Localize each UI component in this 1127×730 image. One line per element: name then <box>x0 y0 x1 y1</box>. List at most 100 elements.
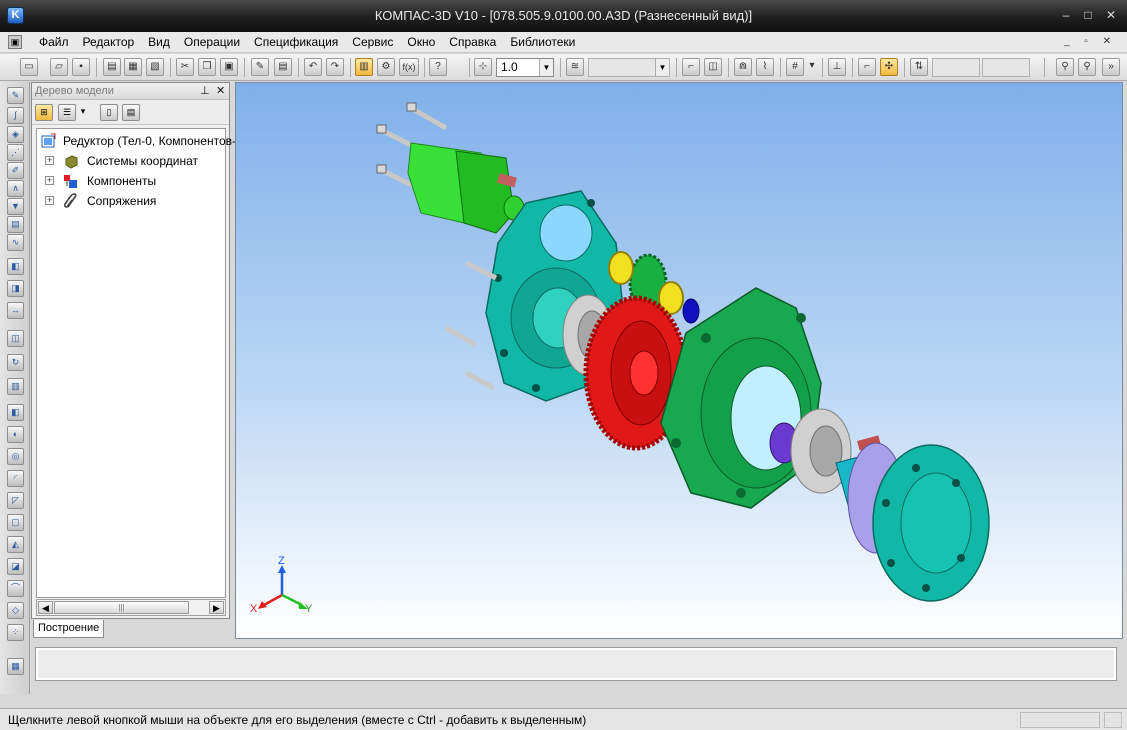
view-orientation-icon[interactable]: ◫ <box>704 58 722 76</box>
menu-view[interactable]: Вид <box>148 35 170 49</box>
mdi-window-controls[interactable]: _ ▫ ✕ <box>1064 36 1117 47</box>
tree-structure-icon[interactable]: ⊞ <box>35 104 53 121</box>
revolve-icon[interactable]: ◐ <box>7 426 24 443</box>
expand-icon[interactable]: + <box>45 196 54 205</box>
help-pointer-icon[interactable]: ? <box>429 58 447 76</box>
reports-icon[interactable]: ∿ <box>7 234 24 251</box>
grid-dropdown-icon[interactable]: ▾ <box>806 58 818 76</box>
new-document-icon[interactable]: ▭ <box>20 58 38 76</box>
tree-mode-dropdown-icon[interactable]: ▾ <box>78 104 88 121</box>
format-painter-icon[interactable]: ✎ <box>251 58 269 76</box>
hole-icon[interactable]: ◎ <box>7 448 24 465</box>
toolbar-more-icon[interactable]: » <box>1102 58 1120 76</box>
save-icon[interactable]: ▪ <box>72 58 90 76</box>
move-component-icon[interactable]: ↔ <box>7 302 24 319</box>
menu-editor[interactable]: Редактор <box>83 35 135 49</box>
grid-icon[interactable]: # <box>786 58 804 76</box>
step-xy-icon[interactable]: ⇅ <box>910 58 928 76</box>
model-tree-toggle-icon[interactable]: ▦ <box>7 658 24 675</box>
variables-fx-icon[interactable]: f(x) <box>399 58 419 76</box>
chevron-down-icon[interactable]: ▼ <box>539 59 553 76</box>
magnet-icon[interactable]: ⋒ <box>734 58 752 76</box>
pattern-icon[interactable]: ⁘ <box>7 624 24 641</box>
rib-icon[interactable]: ◭ <box>7 536 24 553</box>
layer-combo[interactable]: ▼ <box>588 58 670 77</box>
layers-icon[interactable]: ≋ <box>566 58 584 76</box>
menu-window[interactable]: Окно <box>407 35 435 49</box>
menu-service[interactable]: Сервис <box>352 35 393 49</box>
menu-specification[interactable]: Спецификация <box>254 35 338 49</box>
expand-icon[interactable]: + <box>45 176 54 185</box>
tree-properties-icon[interactable]: ▤ <box>122 104 140 121</box>
step-x-field[interactable] <box>932 58 980 77</box>
maximize-button[interactable]: □ <box>1080 8 1096 22</box>
loft-icon[interactable]: ◇ <box>7 602 24 619</box>
zoom-in-icon[interactable]: ⚲ <box>1056 58 1074 76</box>
model-tree-title: Дерево модели <box>35 85 114 97</box>
section-icon[interactable]: ◪ <box>7 558 24 575</box>
components-icon <box>64 175 77 188</box>
shell-icon[interactable]: ▢ <box>7 514 24 531</box>
surfaces-icon[interactable]: ◈ <box>7 126 24 143</box>
gear-model-icon[interactable]: ⚙ <box>377 58 395 76</box>
specification-icon[interactable]: ▤ <box>7 216 24 233</box>
paste-icon[interactable]: ▣ <box>220 58 238 76</box>
fillet-icon[interactable]: ◜ <box>7 470 24 487</box>
print-preview-icon[interactable]: ▦ <box>124 58 142 76</box>
round-mode-icon[interactable]: ✣ <box>880 58 898 76</box>
close-button[interactable]: ✕ <box>1103 8 1119 22</box>
add-component-icon[interactable]: ◧ <box>7 258 24 275</box>
scale-icon[interactable]: ⊹ <box>474 58 492 76</box>
snap-icon[interactable]: ⌇ <box>756 58 774 76</box>
menu-libraries[interactable]: Библиотеки <box>510 35 575 49</box>
manager-icon[interactable]: ▤ <box>274 58 292 76</box>
menu-help[interactable]: Справка <box>449 35 496 49</box>
menu-file[interactable]: Файл <box>39 35 69 49</box>
menu-operations[interactable]: Операции <box>184 35 240 49</box>
tree-sequence-icon[interactable]: ☰ <box>58 104 76 121</box>
print-icon[interactable]: ▤ <box>103 58 121 76</box>
properties-icon[interactable]: ▧ <box>146 58 164 76</box>
redo-icon[interactable]: ↷ <box>326 58 344 76</box>
scale-combo[interactable]: 1.0 ▼ <box>496 58 554 77</box>
mate-icon[interactable]: ◫ <box>7 330 24 347</box>
exploded-assembly-render[interactable]: Z X Y <box>236 83 1123 639</box>
sketch-icon[interactable]: ⌐ <box>682 58 700 76</box>
close-panel-icon[interactable]: ✕ <box>216 83 225 99</box>
pin-icon[interactable]: ⊥ <box>200 83 210 99</box>
scroll-right-icon[interactable]: ▶ <box>209 601 224 614</box>
expand-icon[interactable]: + <box>45 156 54 165</box>
tree-expand-icon[interactable]: ▯ <box>100 104 118 121</box>
tab-construction[interactable]: Построение <box>33 620 105 638</box>
cut-icon[interactable]: ✂ <box>176 58 194 76</box>
curves-icon[interactable]: ∫ <box>7 107 24 124</box>
calculator-icon[interactable]: ▥ <box>355 58 373 76</box>
filter-icon[interactable]: ▼ <box>7 198 24 215</box>
assembly-icon <box>41 133 56 148</box>
scroll-thumb[interactable]: ||| <box>54 601 189 614</box>
zoom-fit-icon[interactable]: ⚲ <box>1078 58 1096 76</box>
sweep-icon[interactable]: ⌒ <box>7 580 24 597</box>
chevron-down-icon[interactable]: ▼ <box>655 59 669 76</box>
step-y-field[interactable] <box>982 58 1030 77</box>
auxiliary-geometry-icon[interactable]: ✐ <box>7 162 24 179</box>
chamfer-icon[interactable]: ◸ <box>7 492 24 509</box>
arrays-icon[interactable]: ⋰ <box>7 144 24 161</box>
library-icon[interactable]: ▥ <box>7 378 24 395</box>
extrude-icon[interactable]: ◧ <box>7 404 24 421</box>
copy-icon[interactable]: ❐ <box>198 58 216 76</box>
orthogonal-mode-icon[interactable]: ⌐ <box>858 58 876 76</box>
tree-horizontal-scrollbar[interactable]: ◀ ||| ▶ <box>36 599 226 616</box>
rotate-component-icon[interactable]: ↻ <box>7 354 24 371</box>
document-system-icon[interactable]: ▣ <box>8 35 22 49</box>
undo-icon[interactable]: ↶ <box>304 58 322 76</box>
model-viewport[interactable]: Z X Y <box>235 82 1123 639</box>
measure-icon[interactable]: ∧ <box>7 180 24 197</box>
minimize-button[interactable]: – <box>1058 8 1074 22</box>
local-cs-icon[interactable]: ⊥ <box>828 58 846 76</box>
insert-component-icon[interactable]: ◨ <box>7 280 24 297</box>
editing-panel-icon[interactable]: ✎ <box>7 87 24 104</box>
scroll-left-icon[interactable]: ◀ <box>38 601 53 614</box>
property-panel <box>35 647 1117 681</box>
open-folder-icon[interactable]: ▱ <box>50 58 68 76</box>
